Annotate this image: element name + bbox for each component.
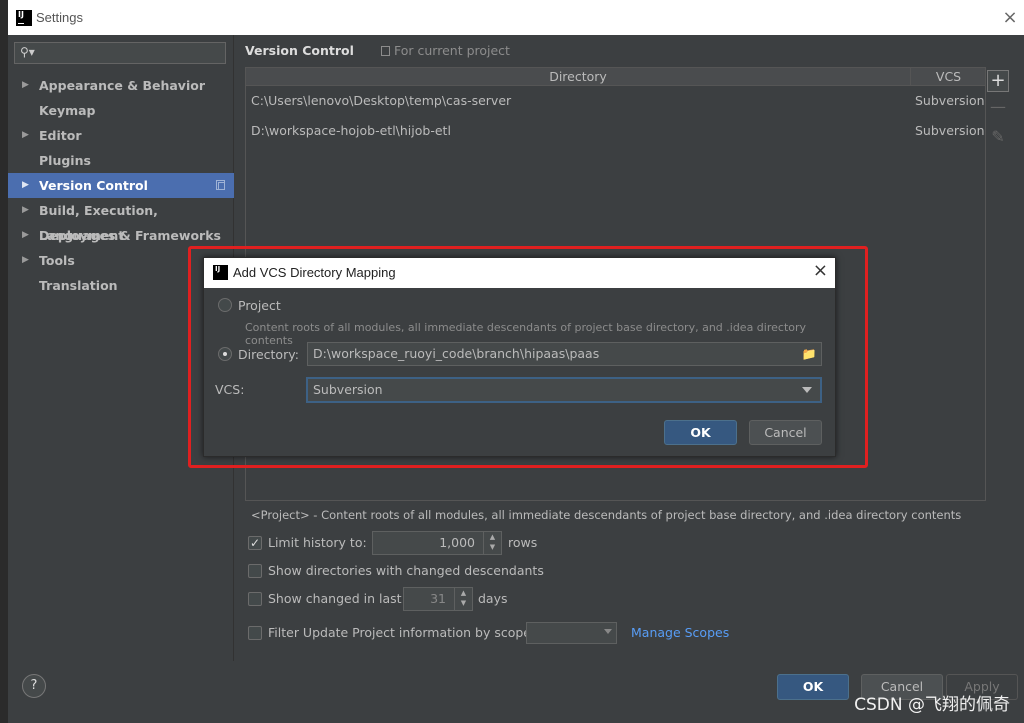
limit-history-checkbox[interactable] (248, 532, 262, 554)
show-changed-option: Show changed in last (248, 588, 408, 610)
remove-mapping-button[interactable]: — (987, 97, 1009, 119)
sidebar-item-label: Tools (39, 253, 75, 268)
limit-history-value: 1,000 (439, 535, 475, 550)
show-changed-checkbox[interactable] (248, 592, 262, 606)
limit-history-suffix: rows (508, 535, 538, 550)
expand-arrow-icon[interactable]: ▶ (22, 223, 29, 248)
sidebar-item-appearance[interactable]: ▶ Appearance & Behavior (8, 73, 234, 98)
show-dirs-option: Show directories with changed descendant… (248, 560, 568, 582)
project-info-text: <Project> - Content roots of all modules… (251, 508, 962, 522)
sidebar-item-build[interactable]: ▶ Build, Execution, Deployment (8, 198, 234, 243)
filter-update-option: Filter Update Project information by sco… (248, 622, 531, 644)
search-icon: ⚲▾ (20, 45, 35, 59)
plus-icon: + (990, 70, 1006, 91)
project-scope-icon (216, 180, 225, 190)
vcs-select-value: Subversion (313, 382, 383, 397)
scope-label: For current project (381, 43, 510, 58)
filter-update-checkbox[interactable] (248, 626, 262, 640)
limit-history-input[interactable]: 1,000 ▲ ▼ (372, 531, 502, 555)
vcs-label: VCS: (215, 382, 245, 397)
sidebar-item-editor[interactable]: ▶ Editor (8, 123, 234, 148)
intellij-app-icon: IJ (16, 10, 32, 26)
chevron-down-icon (802, 387, 812, 393)
sidebar-item-label: Languages & Frameworks (39, 228, 221, 243)
dialog-titlebar: IJ Add VCS Directory Mapping × (204, 258, 835, 288)
window-close-button[interactable]: × (998, 6, 1022, 30)
intellij-app-icon: IJ (213, 265, 228, 280)
window-title: Settings (36, 10, 83, 25)
project-radio[interactable] (218, 298, 232, 312)
show-dirs-checkbox[interactable] (248, 564, 262, 578)
row-directory: D:\workspace-hojob-etl\hijob-etl (251, 123, 451, 138)
directory-radio[interactable] (218, 347, 232, 361)
row-vcs: Subversion (915, 93, 985, 108)
sidebar-search[interactable]: ⚲▾ (14, 42, 226, 64)
minus-icon: — (990, 97, 1006, 116)
dialog-ok-button[interactable]: OK (664, 420, 737, 445)
watermark: CSDN @飞翔的佩奇 (854, 695, 1010, 715)
folder-icon[interactable]: 📁 (797, 343, 821, 365)
dialog-cancel-button[interactable]: Cancel (749, 420, 822, 445)
filter-update-label: Filter Update Project information by sco… (268, 625, 531, 640)
page-title: Version Control (245, 43, 354, 58)
show-changed-input[interactable]: 31 ▲ ▼ (403, 587, 473, 611)
expand-arrow-icon[interactable]: ▶ (22, 173, 29, 198)
pencil-icon: ✎ (991, 127, 1005, 146)
sidebar-item-label: Editor (39, 128, 82, 143)
ok-button[interactable]: OK (777, 674, 849, 700)
show-changed-value: 31 (430, 591, 446, 606)
chevron-down-icon (604, 629, 612, 634)
dialog-title: Add VCS Directory Mapping (233, 265, 396, 280)
sidebar-item-label: Appearance & Behavior (39, 78, 205, 93)
sidebar-item-plugins[interactable]: Plugins (8, 148, 234, 173)
help-button[interactable]: ? (22, 674, 46, 698)
vcs-select[interactable]: Subversion (306, 377, 822, 403)
table-header: Directory VCS (246, 68, 985, 86)
table-row[interactable]: D:\workspace-hojob-etl\hijob-etl Subvers… (246, 116, 985, 146)
expand-arrow-icon[interactable]: ▶ (22, 248, 29, 273)
sidebar-item-label: Keymap (39, 103, 96, 118)
expand-arrow-icon[interactable]: ▶ (22, 73, 29, 98)
add-vcs-mapping-dialog: IJ Add VCS Directory Mapping × Project C… (203, 257, 836, 457)
show-dirs-label: Show directories with changed descendant… (268, 563, 544, 578)
background-strip (0, 0, 8, 723)
project-scope-icon (381, 46, 390, 56)
limit-history-label: Limit history to: (268, 535, 367, 550)
column-header-directory[interactable]: Directory (246, 68, 911, 86)
manage-scopes-link[interactable]: Manage Scopes (631, 625, 729, 640)
window-titlebar: IJ Settings × (8, 0, 1024, 35)
search-input[interactable] (41, 43, 221, 63)
spinner-arrows-icon[interactable]: ▲ ▼ (454, 588, 472, 610)
directory-field[interactable]: D:\workspace_ruoyi_code\branch\hipaas\pa… (307, 342, 822, 366)
sidebar-item-label: Plugins (39, 153, 91, 168)
scope-text: For current project (394, 43, 510, 58)
row-directory: C:\Users\lenovo\Desktop\temp\cas-server (251, 93, 512, 108)
expand-arrow-icon[interactable]: ▶ (22, 123, 29, 148)
sidebar-item-languages[interactable]: ▶ Languages & Frameworks (8, 223, 234, 248)
spinner-arrows-icon[interactable]: ▲ ▼ (483, 532, 501, 554)
scope-select[interactable] (526, 622, 617, 644)
directory-value: D:\workspace_ruoyi_code\branch\hipaas\pa… (313, 346, 600, 361)
sidebar-item-label: Version Control (39, 178, 148, 193)
project-radio-label: Project (238, 298, 281, 313)
column-header-vcs[interactable]: VCS (912, 68, 985, 86)
dialog-close-button[interactable]: × (813, 260, 828, 281)
sidebar-item-keymap[interactable]: Keymap (8, 98, 234, 123)
sidebar-item-version-control[interactable]: ▶ Version Control (8, 173, 234, 198)
add-mapping-button[interactable]: + (987, 70, 1009, 92)
table-row[interactable]: C:\Users\lenovo\Desktop\temp\cas-server … (246, 86, 985, 116)
sidebar-item-label: Translation (39, 278, 118, 293)
show-changed-suffix: days (478, 591, 508, 606)
expand-arrow-icon[interactable]: ▶ (22, 198, 29, 223)
row-vcs: Subversion (915, 123, 985, 138)
directory-radio-label: Directory: (238, 347, 299, 362)
show-changed-label: Show changed in last (268, 591, 402, 606)
edit-mapping-button[interactable]: ✎ (987, 127, 1009, 149)
